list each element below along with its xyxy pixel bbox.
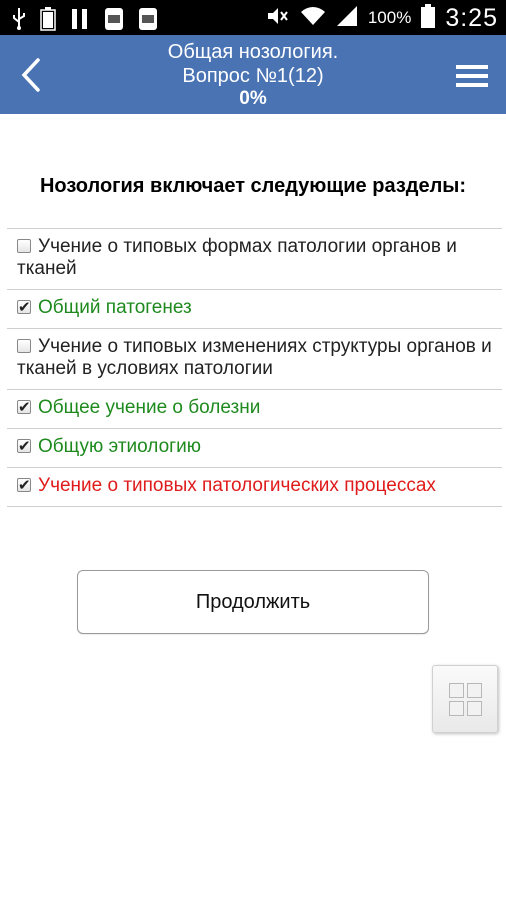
continue-button[interactable]: Продолжить: [77, 570, 429, 634]
wifi-icon: [300, 5, 326, 32]
chevron-left-icon: [21, 58, 40, 92]
battery-icon: [421, 3, 436, 33]
galaxy-icon-2: [138, 7, 158, 36]
battery-percent: 100%: [367, 8, 412, 27]
back-button[interactable]: [18, 57, 44, 93]
status-right-icons: 100% 3:25: [266, 3, 498, 33]
status-left-icons: [12, 7, 158, 36]
header-title: Общая нозология. Вопрос №1(12) 0%: [80, 40, 426, 110]
answer-option[interactable]: Общее учение о болезни: [7, 390, 502, 429]
battery-100-icon: [40, 7, 56, 36]
answer-option[interactable]: Учение о типовых изменениях структуры ор…: [7, 329, 502, 390]
test-title: Общая нозология.: [167, 41, 339, 63]
app-header: Общая нозология. Вопрос №1(12) 0%: [0, 35, 506, 114]
option-label: Общий патогенез: [38, 297, 192, 318]
mute-icon: [266, 6, 290, 31]
pause-icon: [70, 8, 90, 35]
checkbox[interactable]: [17, 396, 31, 418]
checkbox[interactable]: [17, 239, 31, 253]
usb-icon: [12, 8, 26, 35]
signal-icon: [336, 5, 358, 32]
answer-option[interactable]: Учение о типовых патологических процесса…: [7, 468, 502, 507]
question-text: Нозология включает следующие разделы:: [39, 175, 467, 197]
option-label: Общую этиологию: [38, 436, 201, 457]
status-bar: 100% 3:25: [0, 0, 506, 35]
option-label: Учение о типовых изменениях структуры ор…: [17, 336, 492, 379]
checkbox[interactable]: [17, 435, 31, 457]
answer-options: Учение о типовых формах патологии органо…: [7, 228, 502, 507]
galaxy-icon: [104, 7, 124, 36]
question-grid-button[interactable]: [432, 665, 498, 733]
answer-option[interactable]: Учение о типовых формах патологии органо…: [7, 229, 502, 290]
menu-button[interactable]: [456, 65, 488, 87]
checkbox[interactable]: [17, 474, 31, 496]
option-label: Учение о типовых патологических процесса…: [38, 475, 436, 496]
option-label: Учение о типовых формах патологии органо…: [17, 236, 457, 279]
checkbox[interactable]: [17, 339, 31, 353]
checkbox[interactable]: [17, 296, 31, 318]
answer-option[interactable]: Общий патогенез: [7, 290, 502, 329]
option-label: Общее учение о болезни: [38, 397, 261, 418]
answer-option[interactable]: Общую этиологию: [7, 429, 502, 468]
hamburger-menu-icon: [456, 65, 488, 87]
progress-percent: 0%: [239, 88, 267, 109]
clock: 3:25: [445, 3, 498, 32]
question-counter: Вопрос №1(12): [182, 65, 324, 87]
